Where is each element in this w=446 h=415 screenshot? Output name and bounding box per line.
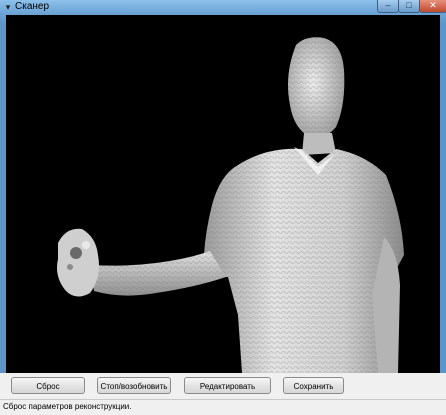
neck-mesh [302, 133, 336, 155]
reconstruction-render [57, 37, 404, 373]
close-button[interactable]: ✕ [419, 0, 446, 13]
app-icon: ▾ [5, 2, 11, 12]
title-bar[interactable]: ▾ Сканер – □ ✕ [0, 0, 446, 14]
window-title: Сканер [15, 1, 50, 12]
save-button[interactable]: Сохранить [283, 377, 344, 394]
maximize-button[interactable]: □ [398, 0, 420, 13]
stop-resume-button[interactable]: Стоп/возобновить [97, 377, 171, 394]
minimize-button[interactable]: – [377, 0, 399, 13]
edit-button[interactable]: Редактировать [184, 377, 271, 394]
3d-viewport[interactable] [6, 15, 440, 373]
reset-button[interactable]: Сброс [11, 377, 85, 394]
status-bar: Сброс параметров реконструкции. [0, 399, 446, 415]
hand-mesh [57, 228, 99, 297]
button-bar: Сброс Стоп/возобновить Редактировать Сох… [0, 373, 446, 399]
scanner-window: ▾ Сканер – □ ✕ Сброс Стоп/возобновить Ре… [0, 0, 446, 415]
status-text: Сброс параметров реконструкции. [3, 402, 132, 411]
